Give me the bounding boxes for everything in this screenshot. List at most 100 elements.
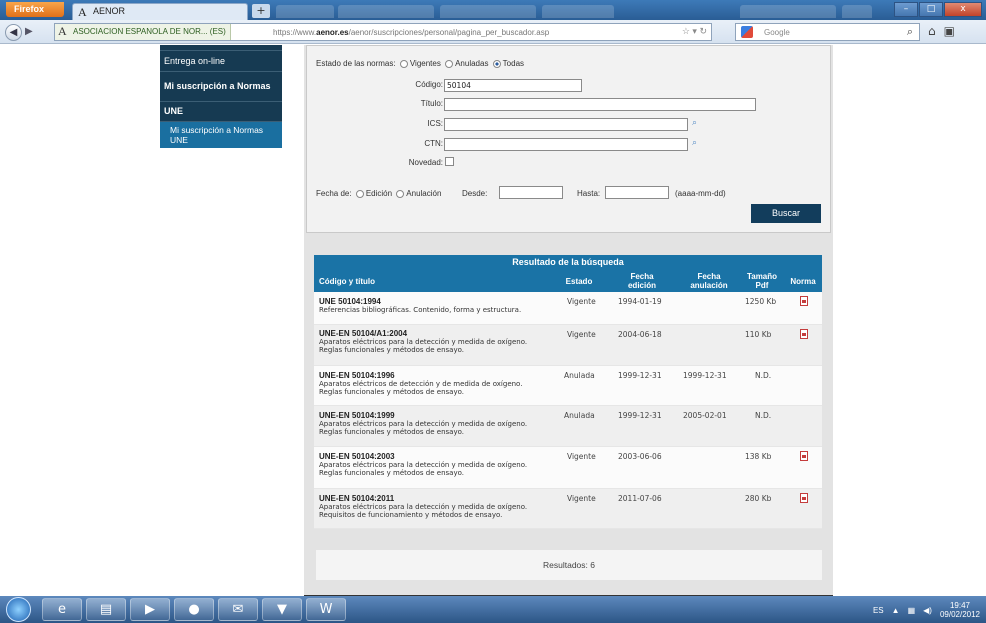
site-identity-button[interactable]: A ASOCIACION ESPANOLA DE NOR... (ES) — [55, 24, 231, 40]
web-page: Entrega on-line Mi suscripción a Normas … — [0, 45, 986, 598]
tab-label: AENOR — [93, 6, 126, 16]
new-tab-button[interactable]: + — [252, 4, 270, 18]
col-norma: Norma — [790, 277, 816, 286]
background-tab[interactable] — [276, 5, 334, 18]
norma-desc-2: Requisitos de funcionamiento y métodos d… — [319, 511, 503, 519]
norma-code[interactable]: UNE-EN 50104:1996 — [319, 371, 395, 380]
sidebar-item-suscripcion[interactable]: Mi suscripción a Normas — [160, 72, 282, 102]
navigation-toolbar: ◀ ▶ A ASOCIACION ESPANOLA DE NOR... (ES)… — [0, 20, 986, 44]
clock-time: 19:47 — [949, 601, 970, 610]
radio-todas-label: Todas — [502, 59, 525, 68]
norma-size: 110 Kb — [745, 330, 772, 339]
background-tab[interactable] — [740, 5, 836, 18]
mail-icon[interactable]: ▼ — [262, 598, 302, 621]
norma-size: N.D. — [755, 411, 772, 420]
norma-edicion: 2004-06-18 — [618, 330, 662, 339]
radio-anuladas[interactable] — [445, 59, 454, 68]
url-text: https://www.aenor.es/aenor/suscripciones… — [273, 28, 549, 37]
ctn-search-icon[interactable]: ⌕ — [692, 138, 697, 148]
url-domain: aenor.es — [316, 28, 349, 37]
norma-code[interactable]: UNE 50104:1994 — [319, 297, 381, 306]
ics-field[interactable] — [444, 118, 688, 131]
radio-vigentes[interactable] — [399, 59, 408, 68]
desde-field[interactable] — [499, 186, 563, 199]
radio-anulacion-label: Anulación — [406, 189, 442, 198]
address-bar[interactable]: A ASOCIACION ESPANOLA DE NOR... (ES) htt… — [54, 23, 712, 41]
norma-anulacion: 1999-12-31 — [683, 371, 727, 380]
search-icon[interactable]: ⌕ — [907, 26, 913, 39]
language-indicator[interactable]: ES — [873, 606, 884, 615]
tab-aenor[interactable]: A AENOR — [72, 3, 248, 20]
col-fecha-anulacion-line1: Fecha — [697, 272, 721, 281]
start-button[interactable] — [6, 597, 31, 622]
sidebar-item-entrega[interactable]: Entrega on-line — [160, 51, 282, 72]
codigo-field[interactable]: 50104 — [444, 79, 582, 92]
novedad-checkbox[interactable] — [445, 157, 454, 166]
norma-code[interactable]: UNE-EN 50104:2003 — [319, 452, 395, 461]
outlook-icon[interactable]: ✉ — [218, 598, 258, 621]
pdf-icon[interactable] — [800, 451, 808, 461]
close-window-button[interactable]: x — [944, 2, 982, 17]
background-tab[interactable] — [440, 5, 536, 18]
nav-arrows: ◀ ▶ — [5, 24, 33, 41]
norma-edicion: 2003-06-06 — [618, 452, 662, 461]
norma-size: 138 Kb — [745, 452, 772, 461]
tray-arrow-icon[interactable]: ▲ — [892, 606, 900, 615]
norma-estado: Anulada — [564, 411, 595, 420]
network-icon[interactable]: ▦ — [908, 606, 916, 615]
radio-anulacion[interactable] — [396, 189, 405, 198]
ctn-field[interactable] — [444, 138, 688, 151]
background-tab[interactable] — [542, 5, 614, 18]
col-fecha-anulacion-line2: anulación — [690, 281, 728, 290]
clock[interactable]: 19:47 09/02/2012 — [940, 601, 980, 619]
menu-icon[interactable]: ▣ — [944, 24, 955, 38]
ie-icon[interactable]: e — [42, 598, 82, 621]
firefox-menu-button[interactable]: Firefox — [6, 2, 64, 17]
hasta-label: Hasta: — [577, 189, 601, 198]
norma-code[interactable]: UNE-EN 50104/A1:2004 — [319, 329, 407, 338]
pdf-icon[interactable] — [800, 329, 808, 339]
word-icon[interactable]: W — [306, 598, 346, 621]
home-icon[interactable]: ⌂ — [928, 24, 936, 38]
hasta-field[interactable] — [605, 186, 669, 199]
firefox-icon[interactable]: ● — [174, 598, 214, 621]
back-arrow-icon[interactable]: ◀ — [5, 24, 22, 41]
novedad-label: Novedad: — [408, 158, 443, 167]
buscar-button[interactable]: Buscar — [751, 204, 821, 223]
table-row: UNE-EN 50104:1999 Aparatos eléctricos pa… — [314, 406, 822, 447]
norma-desc-2: Reglas funcionales y métodos de ensayo. — [319, 388, 464, 396]
radio-edicion[interactable] — [355, 189, 364, 198]
norma-estado: Vigente — [567, 297, 596, 306]
norma-code[interactable]: UNE-EN 50104:2011 — [319, 494, 394, 503]
minimize-button[interactable]: – — [894, 2, 918, 17]
radio-todas[interactable] — [492, 59, 501, 68]
search-input[interactable]: Google ⌕ — [735, 23, 920, 41]
ics-search-icon[interactable]: ⌕ — [692, 118, 697, 128]
background-tab[interactable] — [338, 5, 434, 18]
titulo-field[interactable] — [444, 98, 756, 111]
sidebar-item-suscripcion-une[interactable]: Mi suscripción a Normas UNE — [160, 122, 282, 148]
col-estado: Estado — [565, 277, 593, 286]
fecha-label: Fecha de: — [316, 189, 352, 198]
bookmark-star-icon[interactable]: ☆ ▾ ↻ — [682, 26, 707, 37]
maximize-button[interactable]: □ — [919, 2, 943, 17]
estado-row: Estado de las normas: Vigentes Anuladas … — [316, 59, 524, 68]
norma-code[interactable]: UNE-EN 50104:1999 — [319, 411, 395, 420]
pdf-icon[interactable] — [800, 296, 808, 306]
norma-edicion: 2011-07-06 — [618, 494, 662, 503]
results-title: Resultado de la búsqueda — [314, 255, 822, 270]
table-row: UNE-EN 50104/A1:2004 Aparatos eléctricos… — [314, 325, 822, 366]
norma-desc: Referencias bibliográficas. Contenido, f… — [319, 306, 522, 314]
windows-taskbar: e ▤ ▶ ● ✉ ▼ W ES ▲ ▦ ◀) 19:47 09/02/2012 — [0, 596, 986, 623]
sidebar-item-une[interactable]: UNE — [160, 102, 282, 122]
media-player-icon[interactable]: ▶ — [130, 598, 170, 621]
aenor-favicon-icon: A — [58, 24, 67, 38]
titulo-label: Título: — [420, 99, 443, 108]
volume-icon[interactable]: ◀) — [923, 606, 932, 615]
explorer-folder-icon[interactable]: ▤ — [86, 598, 126, 621]
background-tab[interactable] — [842, 5, 872, 18]
forward-arrow-icon[interactable]: ▶ — [22, 24, 33, 41]
pdf-icon[interactable] — [800, 493, 808, 503]
table-row: UNE-EN 50104:2011 Aparatos eléctricos pa… — [314, 489, 822, 529]
google-search-engine-icon[interactable] — [741, 26, 753, 38]
